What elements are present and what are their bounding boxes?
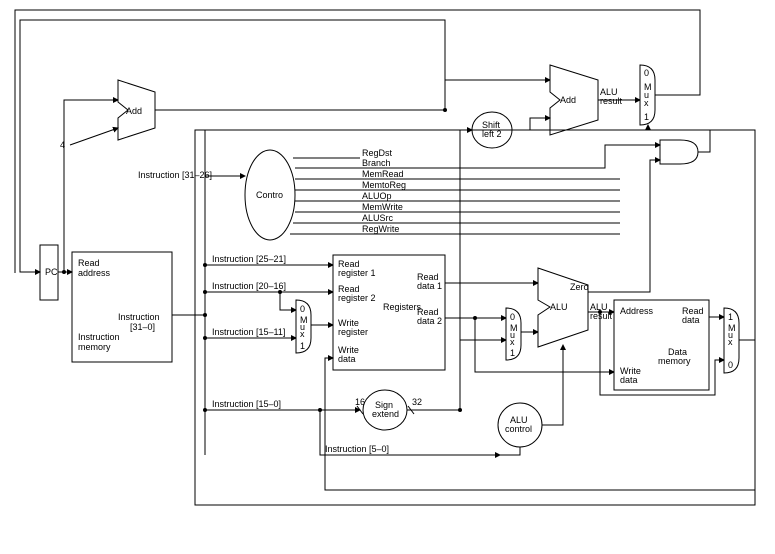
svg-text:MemRead: MemRead xyxy=(362,169,404,179)
svg-text:ALUOp: ALUOp xyxy=(362,191,392,201)
wire-shift-add2 xyxy=(512,118,550,130)
pc-label: PC xyxy=(45,267,58,277)
label-rt: Instruction [20–16] xyxy=(212,281,286,291)
wire-aluctrl-alu xyxy=(542,345,563,425)
mux-wr-1: 1 xyxy=(300,341,305,351)
adder1-label: Add xyxy=(126,106,142,116)
mux-pc-0: 0 xyxy=(644,68,649,78)
const4: 4 xyxy=(60,140,65,150)
wire-4-add1 xyxy=(70,128,118,145)
dmem-addr: Address xyxy=(620,306,654,316)
svg-text:RegWrite: RegWrite xyxy=(362,224,399,234)
label-rs: Instruction [25–21] xyxy=(212,254,286,264)
svg-text:Branch: Branch xyxy=(362,158,391,168)
wire-pc-add1 xyxy=(64,100,118,272)
svg-text:ALUSrc: ALUSrc xyxy=(362,213,394,223)
signext-in: 16 xyxy=(355,397,365,407)
svg-text:RegDst: RegDst xyxy=(362,148,393,158)
label-rd: Instruction [15–11] xyxy=(212,327,285,337)
signext-out: 32 xyxy=(412,397,422,407)
rf-rd1: Readdata 1 xyxy=(417,272,442,291)
control-signals: RegDst Branch MemRead MemtoReg ALUOp Mem… xyxy=(290,145,660,234)
wire-zero-and xyxy=(588,160,660,292)
alu-zero: Zero xyxy=(570,282,589,292)
label-imm: Instruction [15–0] xyxy=(212,399,281,409)
wire-add1-muxpc0 xyxy=(155,80,550,110)
svg-text:MemtoReg: MemtoReg xyxy=(362,180,406,190)
rf-name: Registers xyxy=(383,302,422,312)
alu-label: ALU xyxy=(550,302,568,312)
wire-funct-aluctrl-join xyxy=(500,447,520,455)
wire-rt-mux0 xyxy=(280,292,296,310)
adder2-label: Add xyxy=(560,95,576,105)
mux-wb-0: 0 xyxy=(728,360,733,370)
control-in: Instruction [31–26] xyxy=(138,170,212,180)
mux-alu-0: 0 xyxy=(510,312,515,322)
adder2-out: ALUresult xyxy=(600,87,623,106)
wire-sext-shift xyxy=(460,130,472,410)
mux-wb-1: 1 xyxy=(728,312,733,322)
mux-alu-1: 1 xyxy=(510,348,515,358)
control-label: Contro xyxy=(256,190,283,200)
label-funct: Instruction [5–0] xyxy=(325,444,389,454)
svg-text:MemWrite: MemWrite xyxy=(362,202,403,212)
and-gate xyxy=(660,140,698,164)
mux-pc-1: 1 xyxy=(644,112,649,122)
mux-wr-0: 0 xyxy=(300,304,305,314)
